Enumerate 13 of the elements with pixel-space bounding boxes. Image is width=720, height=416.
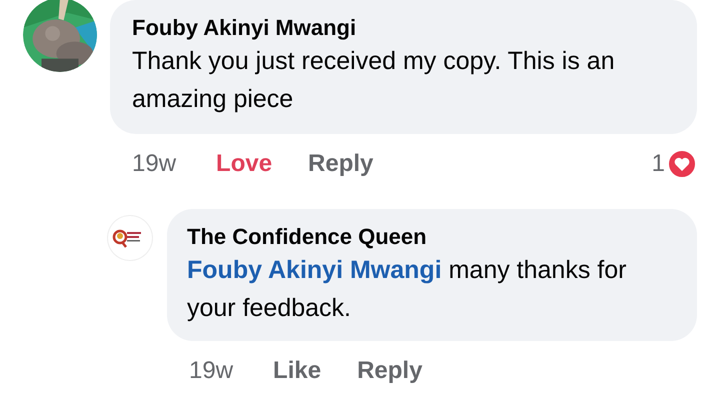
- reaction-link[interactable]: Love: [216, 150, 272, 178]
- timestamp[interactable]: 19w: [189, 357, 234, 385]
- comment-text: Fouby Akinyi Mwangi many thanks for your feedback.: [187, 255, 628, 324]
- author-name[interactable]: The Confidence Queen: [187, 223, 677, 251]
- action-link[interactable]: Reply: [357, 357, 422, 385]
- mention-link[interactable]: Fouby Akinyi Mwangi: [187, 256, 442, 284]
- author-name[interactable]: Fouby Akinyi Mwangi: [132, 14, 675, 42]
- action-link[interactable]: Reply: [308, 150, 374, 178]
- reaction-count: 1: [652, 150, 665, 178]
- logo-icon: [108, 216, 152, 260]
- timestamp[interactable]: 19w: [132, 150, 176, 178]
- action-link[interactable]: Like: [273, 357, 322, 385]
- comment-text: Thank you just received my copy. This is an amazing piece: [132, 46, 616, 115]
